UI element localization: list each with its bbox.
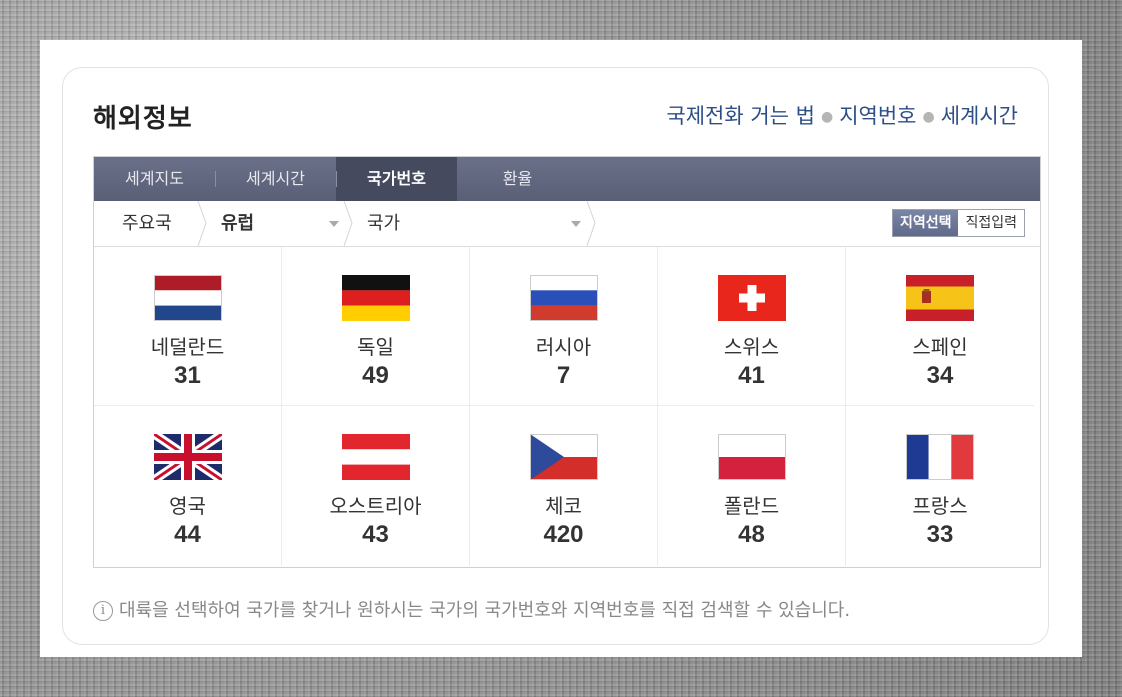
czech-flag-icon — [529, 434, 598, 480]
country-grid: 네덜란드 31 독일 49 러시아 7 스위스 41 스페인 34 영국 44 … — [94, 247, 1040, 566]
country-select[interactable]: 국가 — [367, 201, 400, 246]
dot-separator-icon: ● — [821, 109, 834, 125]
russia-flag-icon — [529, 275, 598, 321]
tab-world-time[interactable]: 세계시간 — [215, 157, 336, 201]
world-time-link[interactable]: 세계시간 — [941, 104, 1018, 128]
chevron-down-icon — [571, 221, 581, 227]
switzerland-flag-icon — [717, 275, 786, 321]
country-name: 영국 — [169, 494, 206, 518]
country-cell[interactable]: 독일 49 — [282, 247, 470, 406]
country-cell[interactable]: 러시아 7 — [470, 247, 658, 406]
country-name: 폴란드 — [723, 494, 780, 518]
netherlands-flag-icon — [153, 275, 222, 321]
country-cell[interactable]: 프랑스 33 — [846, 406, 1034, 566]
country-name: 오스트리아 — [329, 494, 422, 518]
country-code: 31 — [174, 362, 201, 389]
country-name: 러시아 — [535, 335, 592, 359]
country-cell[interactable]: 폴란드 48 — [658, 406, 846, 566]
germany-flag-icon — [341, 275, 410, 321]
country-code: 33 — [926, 521, 954, 548]
austria-flag-icon — [341, 434, 410, 480]
dot-separator-icon: ● — [922, 109, 935, 125]
area-code-link[interactable]: 지역번호 — [839, 104, 916, 128]
breadcrumb-chevron-icon — [197, 201, 207, 246]
country-cell[interactable]: 영국 44 — [94, 406, 282, 566]
tab-world-map[interactable]: 세계지도 — [94, 157, 215, 201]
direct-input-mode-button[interactable]: 직접입력 — [958, 210, 1024, 236]
region-select[interactable]: 유럽 — [221, 201, 254, 246]
region-select-mode-button[interactable]: 지역선택 — [892, 210, 959, 236]
country-code: 48 — [738, 521, 765, 548]
country-code-widget: 세계지도 세계시간 국가번호 환율 주요국 유럽 국가 지역선택 직접입력 네덜… — [93, 156, 1041, 568]
country-code: 41 — [738, 362, 765, 389]
tab-exchange-rate[interactable]: 환율 — [457, 157, 578, 201]
country-name: 네덜란드 — [150, 335, 225, 359]
intl-call-guide-link[interactable]: 국제전화 거는 법 — [666, 104, 815, 128]
region-root-crumb[interactable]: 주요국 — [122, 201, 172, 246]
country-code: 43 — [362, 521, 389, 548]
country-cell[interactable]: 네덜란드 31 — [94, 247, 282, 406]
country-name: 독일 — [357, 335, 394, 359]
country-code: 34 — [926, 362, 954, 389]
country-name: 스페인 — [912, 335, 968, 359]
uk-flag-icon — [153, 434, 222, 480]
breadcrumb-chevron-icon — [343, 201, 353, 246]
country-code: 7 — [556, 362, 571, 389]
tab-bar: 세계지도 세계시간 국가번호 환율 — [94, 157, 1040, 201]
help-note: i 대륙을 선택하여 국가를 찾거나 원하시는 국가의 국가번호와 지역번호를 직… — [93, 596, 850, 622]
country-cell[interactable]: 스위스 41 — [658, 247, 846, 406]
screenshot-frame: 해외정보 국제전화 거는 법 ● 지역번호 ● 세계시간 세계지도 세계시간 국가번호 … — [40, 40, 1082, 657]
country-code: 49 — [362, 362, 389, 389]
spain-flag-icon — [906, 275, 974, 321]
country-cell[interactable]: 스페인 34 — [846, 247, 1034, 406]
country-name: 프랑스 — [912, 494, 968, 518]
country-name: 스위스 — [723, 335, 780, 359]
country-name: 체코 — [545, 494, 582, 518]
chevron-down-icon — [329, 221, 339, 227]
page-title: 해외정보 — [93, 104, 193, 134]
france-flag-icon — [906, 434, 974, 480]
poland-flag-icon — [717, 434, 786, 480]
help-note-text: 대륙을 선택하여 국가를 찾거나 원하시는 국가의 국가번호와 지역번호를 직접… — [119, 600, 851, 621]
filter-bar: 주요국 유럽 국가 지역선택 직접입력 — [94, 201, 1040, 247]
country-cell[interactable]: 체코 420 — [470, 406, 658, 566]
tab-country-code[interactable]: 국가번호 — [336, 157, 457, 201]
breadcrumb-chevron-icon — [586, 201, 596, 246]
country-code: 44 — [174, 521, 201, 548]
input-mode-toggle: 지역선택 직접입력 — [891, 209, 1025, 237]
info-icon: i — [93, 601, 113, 621]
header-links: 국제전화 거는 법 ● 지역번호 ● 세계시간 — [666, 100, 1018, 130]
overseas-info-card: 해외정보 국제전화 거는 법 ● 지역번호 ● 세계시간 세계지도 세계시간 국가번호 … — [62, 67, 1049, 645]
country-cell[interactable]: 오스트리아 43 — [282, 406, 470, 566]
country-code: 420 — [543, 521, 584, 548]
